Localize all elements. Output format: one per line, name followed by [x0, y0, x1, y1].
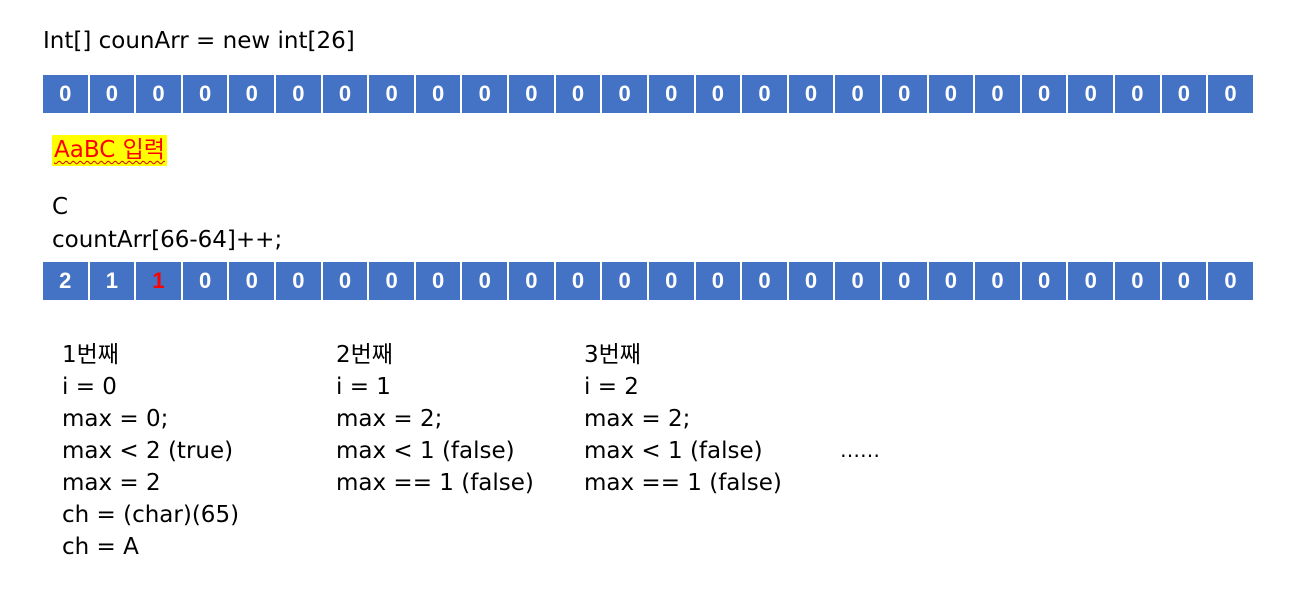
array-cell: 0: [696, 262, 743, 300]
iteration-line: i = 1: [336, 374, 391, 400]
increment-statement: countArr[66-64]++;: [52, 227, 283, 253]
array-cell: 0: [975, 75, 1022, 113]
array-cell: 0: [1022, 262, 1069, 300]
iteration-line: max = 2;: [336, 406, 443, 432]
iteration-line: max = 0;: [62, 406, 169, 432]
iteration-2: 2번째 i = 1 max = 2; max < 1 (false) max == 1 …: [336, 339, 534, 499]
array-after: 21100000000000000000000000: [43, 262, 1253, 300]
array-cell: 0: [789, 75, 836, 113]
iteration-line: max == 1 (false): [584, 470, 782, 496]
array-cell: 0: [929, 75, 976, 113]
array-cell: 0: [556, 262, 603, 300]
array-cell: 0: [369, 75, 416, 113]
iteration-line: max = 2;: [584, 406, 691, 432]
array-cell: 0: [509, 262, 556, 300]
array-cell: 0: [183, 75, 230, 113]
array-initial: 00000000000000000000000000: [43, 75, 1253, 113]
array-cell: 0: [602, 75, 649, 113]
array-cell: 1: [90, 262, 137, 300]
array-cell: 0: [183, 262, 230, 300]
iteration-line: max < 1 (false): [336, 438, 515, 464]
array-cell: 0: [276, 75, 323, 113]
array-cell: 0: [649, 262, 696, 300]
iteration-line: max == 1 (false): [336, 470, 534, 496]
iteration-title: 1번째: [62, 342, 119, 368]
array-cell: 0: [696, 75, 743, 113]
array-cell: 0: [1224, 81, 1237, 106]
array-cell: 0: [90, 75, 137, 113]
array-cell: 0: [1224, 268, 1237, 293]
array-cell: 0: [229, 262, 277, 300]
ellipsis: ……: [840, 438, 880, 462]
array-cell: 0: [975, 262, 1022, 300]
array-cell: 0: [1115, 262, 1162, 300]
array-cell: 0: [789, 262, 836, 300]
current-char: C: [52, 194, 69, 220]
array-cell: 0: [835, 75, 882, 113]
array-cell: 0: [136, 75, 183, 113]
iteration-line: max < 2 (true): [62, 438, 234, 464]
iteration-line: max < 1 (false): [584, 438, 763, 464]
iteration-1: 1번째 i = 0 max = 0; max < 2 (true) max = 2 ch …: [62, 339, 239, 563]
array-cell: 0: [323, 75, 370, 113]
array-cell: 0: [882, 75, 929, 113]
array-cell: 0: [276, 262, 323, 300]
array-cell: 0: [1022, 75, 1069, 113]
array-cell: 0: [742, 262, 789, 300]
array-cell: 0: [462, 75, 510, 113]
array-cell: 0: [416, 262, 463, 300]
array-cell: 0: [742, 75, 789, 113]
array-cell: 0: [509, 75, 556, 113]
iteration-line: i = 2: [584, 374, 639, 400]
array-cell: 0: [462, 262, 510, 300]
array-cell: 0: [1068, 75, 1116, 113]
array-cell: 0: [1068, 262, 1116, 300]
array-cell: 0: [556, 75, 603, 113]
array-cell: 0: [649, 75, 696, 113]
iteration-line: i = 0: [62, 374, 117, 400]
array-cell: 2: [43, 262, 90, 300]
iteration-line: ch = A: [62, 534, 139, 560]
array-cell: 1: [136, 262, 183, 300]
array-cell: 0: [229, 75, 277, 113]
array-cell: 0: [416, 75, 463, 113]
array-declaration: Int[] counArr = new int[26]: [43, 28, 355, 54]
iteration-3: 3번째 i = 2 max = 2; max < 1 (false) max == 1 …: [584, 339, 782, 499]
iteration-line: ch = (char)(65): [62, 502, 240, 528]
array-cell: 0: [43, 75, 90, 113]
array-cell: 0: [1162, 262, 1209, 300]
iteration-line: max = 2: [62, 470, 161, 496]
array-cell: 0: [323, 262, 370, 300]
array-cell: 0: [835, 262, 882, 300]
iteration-title: 3번째: [584, 342, 641, 368]
array-cell: 0: [929, 262, 976, 300]
array-cell: 0: [602, 262, 649, 300]
array-cell: 0: [1115, 75, 1162, 113]
array-cell: 0: [1162, 75, 1209, 113]
input-label: AaBC 입력: [52, 135, 167, 166]
array-cell: 0: [882, 262, 929, 300]
array-cell: 0: [369, 262, 416, 300]
iteration-title: 2번째: [336, 342, 393, 368]
